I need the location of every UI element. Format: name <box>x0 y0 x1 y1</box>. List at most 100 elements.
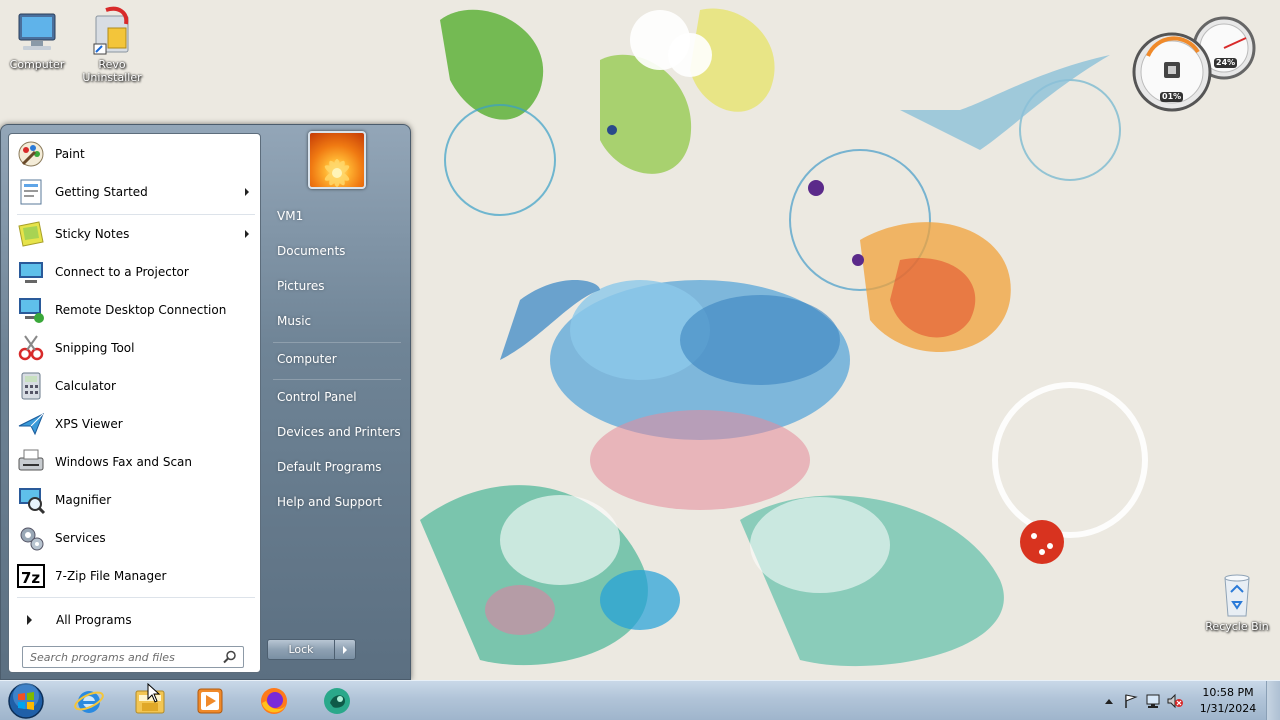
mouse-cursor-icon <box>147 683 161 703</box>
start-link-control-panel[interactable]: Control Panel <box>269 383 403 411</box>
taskbar-app[interactable] <box>308 683 366 719</box>
network-button[interactable] <box>1142 690 1164 712</box>
calculator-icon <box>21 372 41 400</box>
program-label: Windows Fax and Scan <box>55 455 193 469</box>
xps-viewer-icon <box>18 412 44 436</box>
search-box[interactable] <box>22 646 244 668</box>
media-player-icon <box>197 688 223 714</box>
projector-icon <box>19 262 43 283</box>
start-menu: Paint Getting Started Sticky Notes Connect … <box>0 124 411 680</box>
search-input[interactable] <box>23 648 222 666</box>
program-item-getting-started[interactable]: Getting Started <box>11 174 259 210</box>
clock-time: 10:58 PM <box>1202 686 1254 699</box>
program-label: XPS Viewer <box>55 417 123 431</box>
desktop-icon-label: Recycle Bin <box>1205 620 1269 633</box>
desktop-icon-recycle-bin[interactable]: Recycle Bin <box>1201 572 1273 633</box>
right-separator <box>273 379 401 380</box>
programs-separator <box>17 597 255 598</box>
program-label: Sticky Notes <box>55 227 130 241</box>
start-link-documents[interactable]: Documents <box>269 237 403 265</box>
volume-muted-icon <box>1167 693 1183 709</box>
paint-icon <box>18 141 44 167</box>
triangle-right-icon <box>27 615 32 625</box>
start-link-music[interactable]: Music <box>269 307 403 335</box>
program-item-calculator[interactable]: Calculator <box>11 368 259 404</box>
taskbar-media-player[interactable] <box>181 683 239 719</box>
program-label: Getting Started <box>55 185 148 199</box>
program-label: Calculator <box>55 379 116 393</box>
program-item-services[interactable]: Services <box>11 520 259 556</box>
program-item-projector[interactable]: Connect to a Projector <box>11 254 259 290</box>
program-item-paint[interactable]: Paint <box>11 136 259 172</box>
desktop-icon-computer[interactable]: Computer <box>1 10 73 71</box>
services-icon <box>20 527 44 551</box>
show-desktop-button[interactable] <box>1266 681 1280 720</box>
getting-started-icon <box>20 179 42 205</box>
all-programs-label: All Programs <box>56 613 132 627</box>
search-icon[interactable] <box>222 649 238 665</box>
clock-date: 1/31/2024 <box>1199 702 1257 715</box>
cpu-usage-value: 01% <box>1160 92 1184 102</box>
desktop-icon-revo-uninstaller[interactable]: Revo Uninstaller <box>76 6 148 84</box>
taskbar-firefox[interactable] <box>245 683 303 719</box>
revo-uninstaller-icon <box>93 6 129 55</box>
taskbar-internet-explorer[interactable] <box>60 683 118 719</box>
cpu-gauge-icon <box>1132 16 1256 112</box>
flag-icon <box>1125 694 1138 708</box>
recycle-bin-icon <box>1224 574 1250 617</box>
program-label: Paint <box>55 147 85 161</box>
start-link-pictures[interactable]: Pictures <box>269 272 403 300</box>
start-link-vm1[interactable]: VM1 <box>269 202 403 230</box>
program-label: Connect to a Projector <box>55 265 189 279</box>
program-item-sticky-notes[interactable]: Sticky Notes <box>11 216 259 252</box>
chevron-up-icon <box>1105 699 1113 704</box>
program-item-snipping-tool[interactable]: Snipping Tool <box>11 330 259 366</box>
programs-pane: Paint Getting Started Sticky Notes Connect … <box>8 133 261 673</box>
pinned-separator <box>17 214 255 215</box>
action-center-button[interactable] <box>1120 690 1142 712</box>
right-separator <box>273 342 401 343</box>
program-item-xps-viewer[interactable]: XPS Viewer <box>11 406 259 442</box>
internet-explorer-icon <box>74 691 104 713</box>
firefox-icon <box>261 688 287 714</box>
start-button[interactable] <box>6 682 46 720</box>
app-icon <box>324 688 350 714</box>
program-label: Services <box>55 531 106 545</box>
all-programs-button[interactable]: All Programs <box>11 607 259 633</box>
remote-desktop-icon <box>19 298 44 323</box>
cpu-meter-gadget[interactable]: 24% 01% <box>1128 16 1258 112</box>
power-options-button[interactable] <box>334 639 356 660</box>
magnifier-icon <box>19 488 46 515</box>
system-tray <box>1098 681 1186 720</box>
volume-button[interactable] <box>1164 690 1186 712</box>
network-icon <box>1146 694 1160 708</box>
show-hidden-icons-button[interactable] <box>1098 690 1120 712</box>
taskbar-clock[interactable]: 10:58 PM 1/31/2024 <box>1194 685 1262 717</box>
program-label: Magnifier <box>55 493 112 507</box>
user-picture[interactable] <box>308 131 366 189</box>
chevron-right-icon <box>343 645 347 654</box>
seven-zip-icon: 7z <box>17 564 45 588</box>
desktop-icon-label: Revo Uninstaller <box>82 58 142 84</box>
program-item-fax-scan[interactable]: Windows Fax and Scan <box>11 444 259 480</box>
program-item-seven-zip[interactable]: 7z 7-Zip File Manager <box>11 558 259 594</box>
lock-button[interactable]: Lock <box>267 639 335 660</box>
submenu-arrow-icon[interactable] <box>245 188 249 196</box>
program-label: Snipping Tool <box>55 341 135 355</box>
program-label: Remote Desktop Connection <box>55 303 227 317</box>
snipping-tool-icon <box>18 335 44 361</box>
svg-text:7z: 7z <box>21 569 40 587</box>
taskbar: 10:58 PM 1/31/2024 <box>0 680 1280 720</box>
program-item-magnifier[interactable]: Magnifier <box>11 482 259 518</box>
memory-usage-value: 24% <box>1214 58 1238 68</box>
start-link-default-programs[interactable]: Default Programs <box>269 453 403 481</box>
flower-picture-icon <box>324 159 350 187</box>
start-link-devices-and-printers[interactable]: Devices and Printers <box>269 418 403 446</box>
program-label: 7-Zip File Manager <box>55 569 167 583</box>
sticky-notes-icon <box>18 221 44 247</box>
submenu-arrow-icon[interactable] <box>245 230 249 238</box>
start-link-help-and-support[interactable]: Help and Support <box>269 488 403 516</box>
fax-scan-icon <box>18 449 44 471</box>
start-link-computer[interactable]: Computer <box>269 345 403 373</box>
program-item-remote-desktop[interactable]: Remote Desktop Connection <box>11 292 259 328</box>
